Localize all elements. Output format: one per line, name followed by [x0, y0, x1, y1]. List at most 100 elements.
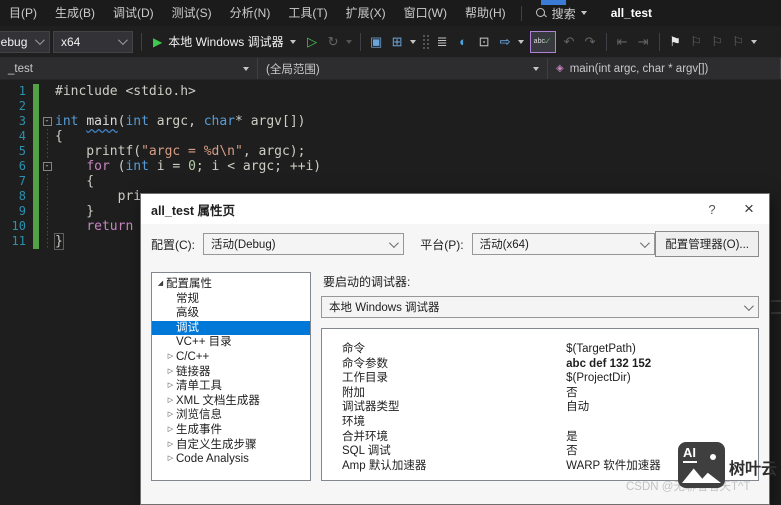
navigate-back-icon[interactable]: ↶: [559, 31, 580, 53]
dialog-titlebar[interactable]: all_test 属性页 ? ×: [141, 194, 769, 224]
menu-item[interactable]: 生成(B): [46, 0, 104, 26]
tree-item[interactable]: 调试: [152, 321, 310, 336]
menu-item[interactable]: 窗口(W): [395, 0, 456, 26]
hot-reload-options-caret[interactable]: [344, 40, 355, 44]
menu-item[interactable]: 扩展(X): [337, 0, 395, 26]
tree-item[interactable]: ▷XML 文档生成器: [152, 394, 310, 409]
code-line[interactable]: 4{: [0, 129, 781, 144]
fold-column: [39, 174, 55, 189]
bookmark-icon[interactable]: ⚑: [665, 31, 686, 53]
help-button[interactable]: ?: [695, 194, 729, 224]
next-bookmark-icon[interactable]: ⚐: [707, 31, 728, 53]
tree-item[interactable]: ▷C/C++: [152, 350, 310, 365]
toolbar-icons: ▷↻▣⊞≣◐⊡⇨abc✓↶↷⇤⇥⚑⚐⚐⚐: [302, 31, 760, 53]
chevron-down-icon: [410, 40, 416, 44]
fold-marker[interactable]: -: [43, 117, 52, 126]
menu-item[interactable]: 目(P): [0, 0, 46, 26]
property-value[interactable]: abc def 132 152: [566, 357, 758, 372]
property-value[interactable]: 是: [566, 430, 758, 445]
property-row[interactable]: 命令$(TargetPath): [322, 342, 758, 357]
hot-reload-icon[interactable]: ↻: [323, 31, 344, 53]
code-line[interactable]: 6- for (int i = 0; i < argc; ++i): [0, 159, 781, 174]
diagnostics-icon[interactable]: ◐: [453, 31, 474, 53]
code-line[interactable]: 3-int main(int argc, char* argv[]): [0, 114, 781, 129]
task-list-icon[interactable]: ≣: [432, 31, 453, 53]
start-debugging-button[interactable]: ▶ 本地 Windows 调试器: [147, 30, 302, 54]
debugger-dropdown[interactable]: 本地 Windows 调试器: [321, 296, 759, 318]
window-layout-caret[interactable]: [408, 40, 419, 44]
bookmarks-caret[interactable]: [749, 40, 760, 44]
tree-item[interactable]: ▷清单工具: [152, 379, 310, 394]
collapsed-arrow-icon[interactable]: ▷: [165, 350, 176, 365]
tree-item[interactable]: ▷Code Analysis: [152, 452, 310, 467]
export-icon[interactable]: ⇨: [495, 31, 516, 53]
menu-item[interactable]: 测试(S): [163, 0, 221, 26]
prev-bookmark-icon[interactable]: ⚐: [686, 31, 707, 53]
property-value[interactable]: 否: [566, 386, 758, 401]
search-box[interactable]: 搜索: [536, 5, 587, 22]
tree-item[interactable]: ▷生成事件: [152, 423, 310, 438]
property-value[interactable]: [566, 415, 758, 430]
file-dropdown[interactable]: _test: [0, 58, 258, 79]
collapsed-arrow-icon[interactable]: ▷: [165, 394, 176, 409]
collapsed-arrow-icon[interactable]: ▷: [165, 423, 176, 438]
code-token: printf(: [55, 144, 141, 159]
config-dropdown[interactable]: 活动(Debug): [203, 233, 404, 255]
tree-item[interactable]: ▷链接器: [152, 365, 310, 380]
tree-item[interactable]: 高级: [152, 306, 310, 321]
menu-item[interactable]: 分析(N): [221, 0, 280, 26]
export-options-caret[interactable]: [516, 40, 527, 44]
editor-navbar: _test (全局范围) ◈ main(int argc, char * arg…: [0, 58, 781, 80]
property-value[interactable]: $(ProjectDir): [566, 371, 758, 386]
outdent-icon[interactable]: ⇥: [633, 31, 654, 53]
code-line[interactable]: 7 {: [0, 174, 781, 189]
package-icon[interactable]: ⊡: [474, 31, 495, 53]
property-row[interactable]: 工作目录$(ProjectDir): [322, 371, 758, 386]
code-line[interactable]: 5 printf("argc = %d\n", argc);: [0, 144, 781, 159]
window-layout-icon[interactable]: ⊞: [387, 31, 408, 53]
expanded-arrow-icon[interactable]: ◢: [155, 277, 166, 292]
tree-item[interactable]: VC++ 目录: [152, 335, 310, 350]
collapsed-arrow-icon[interactable]: ▷: [165, 379, 176, 394]
collapsed-arrow-icon[interactable]: ▷: [165, 408, 176, 423]
spellcheck-icon[interactable]: abc✓: [530, 31, 556, 53]
property-value[interactable]: $(TargetPath): [566, 342, 758, 357]
collapsed-arrow-icon[interactable]: ▷: [165, 452, 176, 467]
configuration-manager-button[interactable]: 配置管理器(O)...: [655, 231, 759, 257]
tree-item[interactable]: ◢配置属性: [152, 277, 310, 292]
scope-name: (全局范围): [266, 61, 320, 77]
member-dropdown[interactable]: ◈ main(int argc, char * argv[]): [548, 58, 781, 79]
collapsed-arrow-icon[interactable]: ▷: [165, 365, 176, 380]
fold-column: [39, 129, 55, 144]
code-line[interactable]: 1#include <stdio.h>: [0, 84, 781, 99]
open-folder-icon[interactable]: ▣: [366, 31, 387, 53]
clear-bookmarks-icon[interactable]: ⚐: [728, 31, 749, 53]
platform-dropdown[interactable]: x64: [53, 31, 133, 53]
menu-item[interactable]: 工具(T): [279, 0, 336, 26]
menu-item[interactable]: 帮助(H): [456, 0, 515, 26]
scope-dropdown[interactable]: (全局范围): [258, 58, 548, 79]
property-row[interactable]: 附加否: [322, 386, 758, 401]
tree-item[interactable]: ▷浏览信息: [152, 408, 310, 423]
property-row[interactable]: 环境: [322, 415, 758, 430]
solution-config-dropdown[interactable]: Debug: [0, 31, 50, 53]
toolbar-drag-handle[interactable]: [422, 34, 429, 50]
chevron-down-icon: [518, 40, 524, 44]
menu-item[interactable]: 调试(D): [104, 0, 163, 26]
property-row[interactable]: 命令参数abc def 132 152: [322, 357, 758, 372]
close-button[interactable]: ×: [729, 194, 769, 224]
fold-marker[interactable]: -: [43, 162, 52, 171]
tree-item[interactable]: 常规: [152, 292, 310, 307]
indent-icon[interactable]: ⇤: [612, 31, 633, 53]
collapsed-arrow-icon[interactable]: ▷: [165, 438, 176, 453]
search-label: 搜索: [552, 5, 576, 22]
property-value[interactable]: 自动: [566, 400, 758, 415]
search-icon: [536, 8, 547, 19]
start-without-debugging-icon[interactable]: ▷: [302, 31, 323, 53]
logo-mountain-icon: [682, 466, 721, 483]
code-line[interactable]: 2: [0, 99, 781, 114]
platform-dropdown-dialog[interactable]: 活动(x64): [472, 233, 656, 255]
navigate-forward-icon[interactable]: ↷: [580, 31, 601, 53]
property-row[interactable]: 调试器类型自动: [322, 400, 758, 415]
tree-item[interactable]: ▷自定义生成步骤: [152, 438, 310, 453]
